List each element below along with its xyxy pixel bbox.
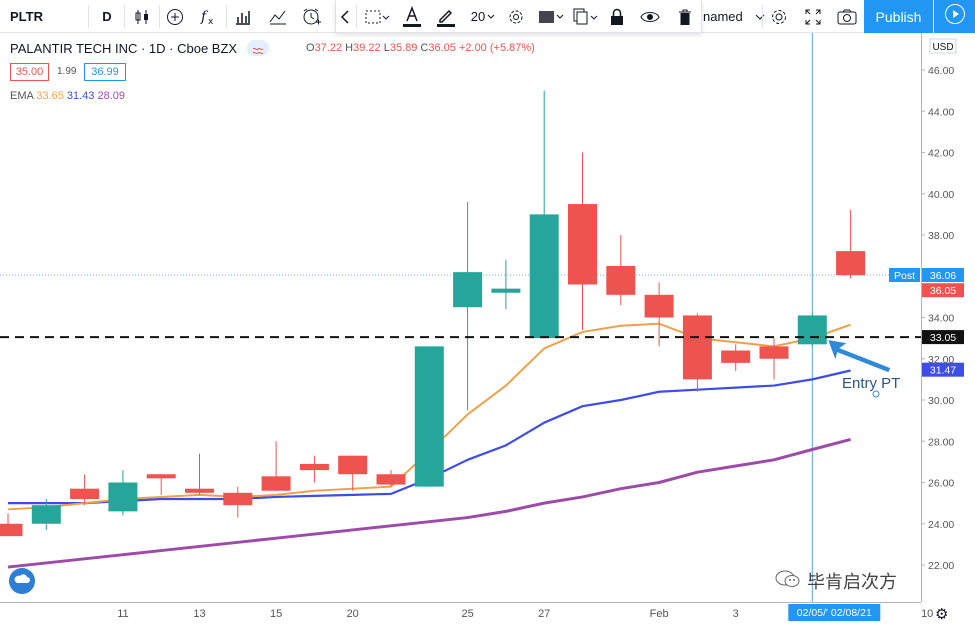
- candle-body: [31, 505, 61, 524]
- play-icon: [944, 3, 966, 30]
- svg-text:x: x: [208, 17, 214, 26]
- select-icon[interactable]: [360, 0, 394, 33]
- annotation-arrow: [828, 340, 891, 373]
- x-tick-label: 11: [117, 608, 128, 620]
- candle-body: [491, 288, 521, 293]
- x-tick-label: 15: [270, 608, 282, 620]
- fullscreen-icon[interactable]: [799, 0, 827, 33]
- watermark-text: 毕肯启次方: [807, 572, 897, 592]
- candle-body: [606, 265, 636, 295]
- x-tick-label: 20: [347, 608, 359, 620]
- publish-button[interactable]: Publish: [864, 0, 933, 33]
- cloud-button[interactable]: [9, 568, 35, 594]
- candle-body: [414, 346, 444, 487]
- level-price-label: 33.05: [930, 332, 956, 344]
- undo-icon[interactable]: [336, 0, 354, 33]
- candle-body: [682, 315, 712, 380]
- play-button[interactable]: [934, 0, 975, 33]
- compare-icon[interactable]: [264, 0, 292, 33]
- alarm-icon[interactable]: [297, 0, 327, 33]
- x-tick-label: Feb: [650, 608, 669, 620]
- candle-body: [70, 488, 100, 499]
- trash-icon[interactable]: [671, 0, 699, 33]
- post-tag: Post: [894, 270, 915, 282]
- x-tick-label: 27: [538, 608, 550, 620]
- y-tick-label: 26.00: [928, 478, 954, 490]
- cloud-icon: [14, 572, 30, 590]
- currency-label: USD: [932, 42, 953, 53]
- y-tick-label: 38.00: [928, 230, 954, 242]
- crosshair-date-label: 02/05/' 02/08/21: [797, 607, 872, 619]
- drawing-toolbar: 20: [335, 0, 702, 33]
- candle-body: [0, 523, 23, 537]
- y-tick-label: 46.00: [928, 65, 954, 77]
- candle-body: [644, 294, 674, 318]
- annotation-handle: [872, 390, 880, 398]
- candle-body: [797, 315, 827, 345]
- x-tick-label: 13: [193, 608, 205, 620]
- post-price-label: 36.06: [930, 270, 956, 282]
- chevron-down-icon: [487, 14, 495, 20]
- bars-icon[interactable]: [229, 0, 257, 33]
- trading-app: PLTR D fx named Publish 20 PALANTIR TECH…: [0, 0, 975, 627]
- layout-menu[interactable]: named: [703, 0, 765, 33]
- font-size-value: 20: [470, 9, 486, 24]
- candle-body: [146, 474, 176, 479]
- x-tick-label: 3: [733, 608, 739, 620]
- y-tick-label: 34.00: [928, 313, 954, 325]
- font-size-select[interactable]: 20: [466, 0, 500, 33]
- gear-icon[interactable]: [765, 0, 793, 33]
- y-tick-label: 42.00: [928, 148, 954, 160]
- ema-mid-price-label: 31.47: [930, 365, 956, 377]
- x-tick-label: 25: [461, 608, 473, 620]
- wechat-icon: [775, 569, 801, 594]
- candle-body: [223, 492, 253, 506]
- candle-body: [453, 272, 483, 308]
- y-tick-label: 22.00: [928, 560, 954, 572]
- settings-icon[interactable]: [502, 0, 530, 33]
- pencil-icon[interactable]: [432, 0, 460, 33]
- y-tick-label: 44.00: [928, 106, 954, 118]
- candle-body: [338, 455, 368, 475]
- fx-icon[interactable]: fx: [195, 0, 223, 33]
- x-tick-label: 10: [921, 608, 933, 620]
- last-price-label: 36.05: [930, 285, 956, 297]
- fill-icon[interactable]: [535, 0, 567, 33]
- lock-icon[interactable]: [603, 0, 631, 33]
- watermark: 毕肯启次方: [775, 568, 897, 594]
- price-chart[interactable]: USD22.0024.0026.0028.0030.0032.0034.0036…: [0, 33, 975, 627]
- candle-body: [185, 488, 214, 493]
- symbol-search[interactable]: PLTR: [4, 0, 62, 33]
- chevron-down-icon: [755, 13, 765, 21]
- axis-settings-icon: ⚙: [935, 605, 948, 623]
- y-tick-label: 24.00: [928, 519, 954, 531]
- interval-button[interactable]: D: [92, 0, 122, 33]
- candle-body: [108, 482, 138, 512]
- text-icon[interactable]: [398, 0, 426, 33]
- layout-name: named: [703, 9, 743, 24]
- price-axis: [921, 33, 975, 627]
- y-tick-label: 30.00: [928, 395, 954, 407]
- candle-body: [568, 204, 597, 285]
- candle-body: [261, 476, 291, 491]
- candle-body: [376, 474, 406, 485]
- candles-icon[interactable]: [127, 0, 157, 33]
- copy-icon[interactable]: [569, 0, 601, 33]
- candle-body: [529, 214, 559, 339]
- candle-body: [836, 251, 866, 276]
- eye-icon[interactable]: [636, 0, 664, 33]
- annotation-label: Entry PT: [842, 375, 900, 392]
- add-icon[interactable]: [161, 0, 189, 33]
- y-tick-label: 40.00: [928, 189, 954, 201]
- candle-body: [721, 350, 751, 363]
- y-tick-label: 28.00: [928, 436, 954, 448]
- candle-body: [299, 463, 329, 471]
- camera-icon[interactable]: [833, 0, 861, 33]
- candle-body: [759, 346, 789, 359]
